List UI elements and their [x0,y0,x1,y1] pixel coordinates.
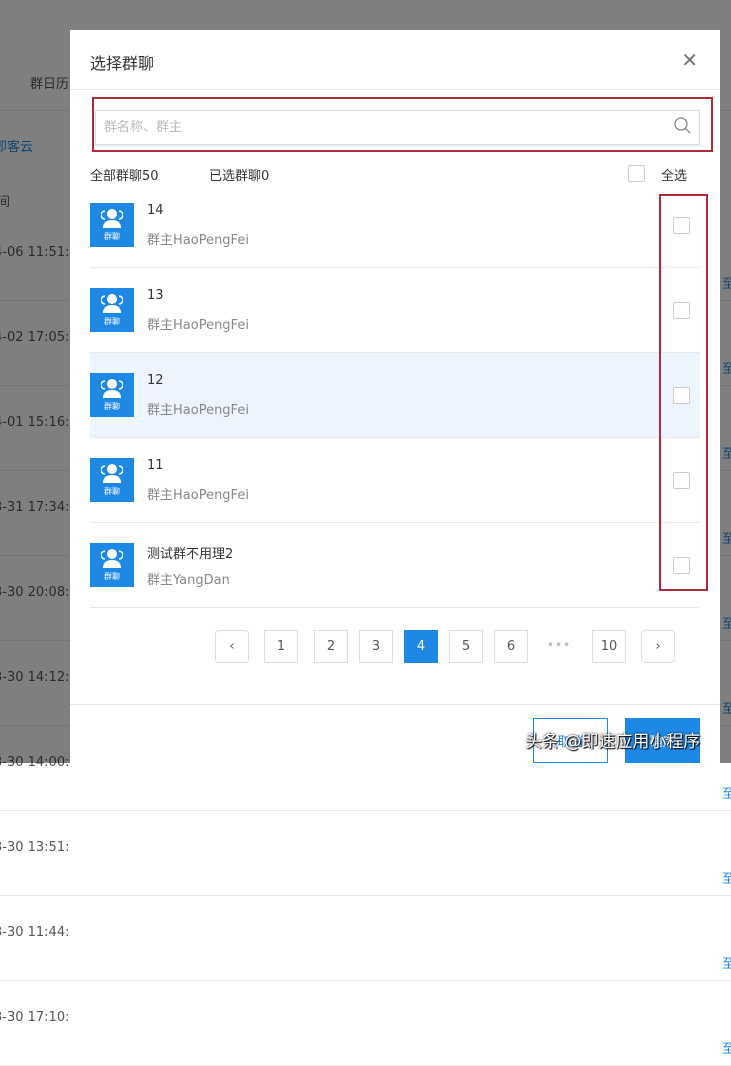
group-owner: 群主HaoPengFei [147,318,249,333]
group-name: 12 [147,373,164,388]
divider [0,810,731,811]
total-count: 全部群聊50 [90,169,159,184]
avatar-label: 群聊 [104,232,120,241]
group-list-item[interactable]: 群聊 测试群不用理2 群主YangDan [90,523,700,608]
group-avatar: 群聊 [90,288,134,332]
row-action-link[interactable]: 至 [722,953,731,972]
time-cell: 3-30 13:51: [0,840,70,855]
page-3-button[interactable]: 3 [359,630,393,663]
group-owner: 群主HaoPengFei [147,488,249,503]
avatar-label: 群聊 [104,402,120,411]
group-name: 14 [147,203,164,218]
group-avatar: 群聊 [90,458,134,502]
group-list-item[interactable]: 群聊 13 群主HaoPengFei [90,268,700,353]
group-name: 13 [147,288,164,303]
pagination-ellipsis[interactable]: ••• [547,638,571,652]
page-last-button[interactable]: 10 [592,630,626,663]
time-cell: 3-30 11:44: [0,925,70,940]
search-icon[interactable] [674,117,691,138]
group-list-item[interactable]: 群聊 14 群主HaoPengFei [90,183,700,268]
group-list-item[interactable]: 群聊 12 群主HaoPengFei [90,353,700,438]
avatar-label: 群聊 [104,572,120,581]
search-input[interactable] [104,120,674,135]
select-all-label[interactable]: 全选 [661,165,687,184]
group-owner: 群主HaoPengFei [147,403,249,418]
group-owner: 群主YangDan [147,573,230,588]
next-page-button[interactable]: › [641,630,675,663]
dialog-title: 选择群聊 [90,54,155,73]
group-list-item[interactable]: 群聊 11 群主HaoPengFei [90,438,700,523]
search-field[interactable] [95,110,700,145]
divider [0,895,731,896]
row-action-link[interactable]: 至 [722,783,731,802]
divider [70,89,720,90]
row-action-link[interactable]: 至 [722,868,731,887]
group-avatar: 群聊 [90,203,134,247]
group-owner: 群主HaoPengFei [147,233,249,248]
page-1-button[interactable]: 1 [264,630,298,663]
select-group-dialog: 选择群聊 ✕ 全部群聊50 已选群聊0 全选 群聊 14 群主HaoPengFe… [70,30,720,770]
page-2-button[interactable]: 2 [314,630,348,663]
group-name: 11 [147,458,164,473]
avatar-label: 群聊 [104,317,120,326]
group-avatar: 群聊 [90,543,134,587]
row-action-link[interactable]: 至 [722,1038,731,1057]
watermark: 头条 @即速应用小程序 [525,732,701,752]
select-all-checkbox[interactable] [628,165,645,182]
divider [70,704,720,705]
time-cell: 3-30 17:10: [0,1010,70,1025]
selected-count: 已选群聊0 [209,169,270,184]
avatar-label: 群聊 [104,487,120,496]
group-name: 测试群不用理2 [147,547,234,562]
page-4-button[interactable]: 4 [404,630,438,663]
group-avatar: 群聊 [90,373,134,417]
prev-page-button[interactable]: ‹ [215,630,249,663]
page-6-button[interactable]: 6 [494,630,528,663]
divider [0,980,731,981]
annotation-box-checkboxes [659,194,708,591]
page-5-button[interactable]: 5 [449,630,483,663]
close-icon[interactable]: ✕ [681,48,698,72]
